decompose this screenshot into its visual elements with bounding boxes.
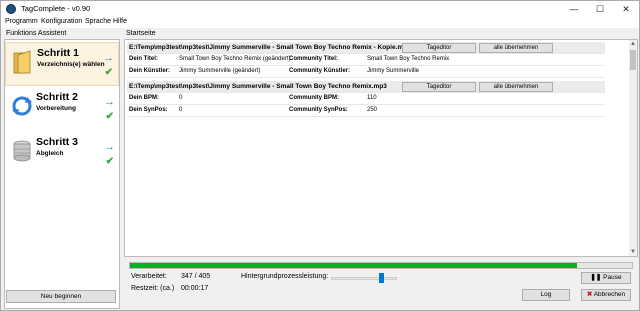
table-row: Dein Titel: Small Town Boy Techno Remix …	[127, 54, 605, 66]
tag-editor-button[interactable]: Tageditor	[402, 82, 476, 92]
step-2[interactable]: Schritt 2 Vorbereitung → ✔	[5, 87, 119, 131]
assistant-panel: Schritt 1 Verzeichnis(e) wählen → ✔ Schr…	[4, 39, 120, 309]
scroll-up-icon[interactable]: ▲	[630, 41, 636, 47]
step-1-title: Schritt 1	[37, 47, 80, 59]
table-row: Dein BPM: 0 Community BPM: 110	[127, 93, 605, 105]
menu-sprache[interactable]: Sprache	[85, 18, 111, 25]
step-1[interactable]: Schritt 1 Verzeichnis(e) wählen → ✔	[5, 42, 119, 86]
field-label: Community BPM:	[289, 95, 339, 101]
arrow-right-icon: →	[104, 96, 115, 108]
field-value: 110	[367, 95, 377, 101]
step-3[interactable]: Schritt 3 Abgleich → ✔	[5, 132, 119, 176]
pause-icon: ❚❚	[590, 274, 602, 281]
field-label: Community Titel:	[289, 56, 338, 62]
new-start-button[interactable]: Neu beginnen	[6, 290, 116, 303]
slider-track	[331, 277, 397, 280]
file-entry: E:\Temp\mp3test\mp3test\Jimmy Summervill…	[127, 42, 605, 78]
menu-konfiguration[interactable]: Konfiguration	[41, 18, 82, 25]
step-2-subtitle: Vorbereitung	[36, 105, 76, 112]
check-icon: ✔	[105, 111, 114, 122]
cancel-label: Abbrechen	[593, 291, 626, 298]
field-value: 0	[179, 95, 183, 101]
scroll-thumb[interactable]	[630, 50, 636, 70]
field-label: Dein Künstler:	[129, 68, 171, 74]
progress-bar	[129, 262, 633, 269]
cancel-button[interactable]: ✖ Abbrechen	[581, 289, 631, 301]
file-path: E:\Temp\mp3test\mp3test\Jimmy Summervill…	[129, 83, 387, 90]
processed-value: 347 / 405	[181, 273, 211, 280]
menu-programm[interactable]: Programm	[5, 18, 38, 25]
background-performance-slider[interactable]	[331, 273, 397, 283]
menu-hilfe[interactable]: Hilfe	[113, 18, 127, 25]
database-icon	[13, 140, 31, 162]
field-value: Jimmy Summerville (geändert)	[179, 68, 261, 74]
apply-all-button[interactable]: alle übernehmen	[479, 43, 553, 53]
field-value: 0	[179, 107, 183, 113]
file-header-row: E:\Temp\mp3test\mp3test\Jimmy Summervill…	[127, 42, 605, 54]
scroll-down-icon[interactable]: ▼	[630, 249, 636, 255]
pause-button[interactable]: ❚❚ Pause	[581, 272, 631, 284]
sync-icon	[12, 96, 32, 116]
field-value: Small Town Boy Techno Remix (geändert)	[179, 56, 291, 62]
progress-fill	[130, 263, 577, 268]
remaining-value: 00:00:17	[181, 285, 209, 292]
field-value: Small Town Boy Techno Remix	[367, 56, 450, 62]
log-button[interactable]: Log	[522, 289, 570, 301]
minimize-button[interactable]: —	[561, 1, 587, 17]
folder-icon	[13, 50, 31, 74]
window-title: TagComplete - v0.90	[21, 4, 91, 13]
table-row: Dein SynPos: 0 Community SynPos: 250	[127, 105, 605, 117]
remaining-label: Restzeit: (ca.)	[131, 285, 175, 292]
file-header-row: E:\Temp\mp3test\mp3test\Jimmy Summervill…	[127, 81, 605, 93]
close-button[interactable]: ✕	[613, 1, 639, 17]
arrow-right-icon: →	[104, 141, 115, 153]
check-icon: ✔	[105, 156, 114, 167]
step-2-title: Schritt 2	[36, 91, 79, 103]
check-icon: ✔	[104, 67, 113, 78]
field-label: Dein BPM:	[129, 95, 159, 101]
table-row: Dein Künstler: Jimmy Summerville (geände…	[127, 66, 605, 78]
field-value: Jimmy Summerville	[367, 68, 420, 74]
results-panel: E:\Temp\mp3test\mp3test\Jimmy Summervill…	[124, 39, 638, 257]
apply-all-button[interactable]: alle übernehmen	[479, 82, 553, 92]
background-performance-label: Hintergrundprozessleistung:	[241, 273, 329, 280]
vertical-scrollbar[interactable]: ▲ ▼	[629, 40, 637, 256]
maximize-button[interactable]: ☐	[587, 1, 613, 17]
field-value: 250	[367, 107, 378, 113]
field-label: Community SynPos:	[289, 107, 348, 113]
field-label: Community Künstler:	[289, 68, 351, 74]
step-1-subtitle: Verzeichnis(e) wählen	[37, 61, 105, 68]
app-icon	[6, 4, 16, 14]
file-entry: E:\Temp\mp3test\mp3test\Jimmy Summervill…	[127, 81, 605, 117]
arrow-right-icon: →	[103, 52, 114, 64]
step-3-title: Schritt 3	[36, 136, 79, 148]
cancel-icon: ✖	[586, 291, 593, 298]
field-label: Dein Titel:	[129, 56, 158, 62]
tag-editor-button[interactable]: Tageditor	[402, 43, 476, 53]
file-path: E:\Temp\mp3test\mp3test\Jimmy Summervill…	[129, 44, 411, 51]
assistant-header: Funktions Assistent	[6, 30, 67, 37]
field-label: Dein SynPos:	[129, 107, 168, 113]
app-window: TagComplete - v0.90 — ☐ ✕ Programm Konfi…	[0, 0, 640, 311]
processed-label: Verarbeitet:	[131, 273, 167, 280]
menu-bar: Programm Konfiguration Sprache Hilfe	[1, 17, 639, 28]
slider-knob[interactable]	[378, 273, 384, 283]
step-3-subtitle: Abgleich	[36, 150, 64, 157]
pause-label: Pause	[603, 274, 622, 281]
start-page-header: Startseite	[126, 30, 156, 37]
title-bar: TagComplete - v0.90 — ☐ ✕	[1, 1, 639, 17]
